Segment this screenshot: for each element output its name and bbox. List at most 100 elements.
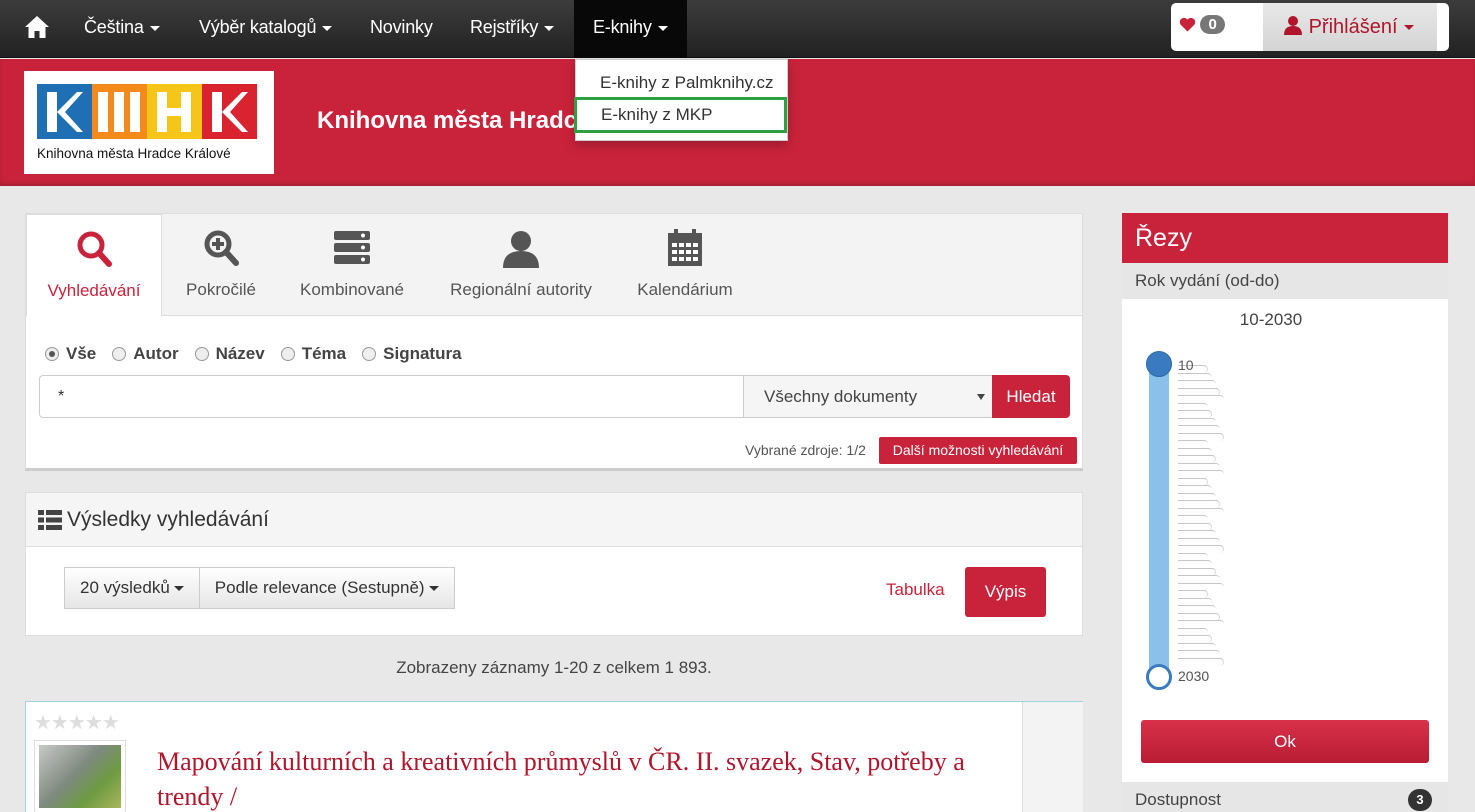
tab-regional-authorities[interactable]: Regionální autority: [440, 214, 602, 316]
slider-tick-mark: [1178, 635, 1212, 643]
user-tools: 0 Přihlášení: [1171, 3, 1449, 51]
login-button[interactable]: Přihlášení: [1263, 3, 1437, 51]
user-icon: [503, 231, 539, 268]
slider-tick-mark: [1178, 455, 1216, 463]
slider-tick-mark: [1178, 605, 1216, 613]
slider-tick-mark: [1178, 500, 1220, 508]
record-actions: [1022, 702, 1083, 812]
availability-count-badge: 3: [1408, 789, 1432, 811]
list-item: ★★★★★ Mapování kulturních a kreativních …: [25, 701, 1083, 812]
facets-sidebar: Řezy Rok vydání (od-do) 10-2030 10 2030 …: [1122, 213, 1448, 812]
slider-tick-mark: [1178, 515, 1208, 523]
logo-caption: Knihovna města Hradce Králové: [37, 146, 231, 161]
zoom-plus-icon: [204, 230, 239, 266]
radio-title[interactable]: Název: [194, 344, 265, 364]
caret-down-icon: [544, 25, 555, 31]
book-cover[interactable]: [34, 740, 126, 812]
per-page-dropdown[interactable]: 20 výsledků: [64, 567, 200, 609]
facets-title: Řezy: [1122, 213, 1448, 263]
caret-down-icon: [322, 25, 333, 31]
slider-tick-mark: [1178, 657, 1224, 666]
year-range-slider[interactable]: [1149, 360, 1169, 680]
nav-language[interactable]: Čeština: [84, 0, 160, 58]
radio-dot[interactable]: [112, 347, 127, 361]
slider-tick-mark: [1178, 545, 1224, 553]
slider-tick-mark: [1178, 530, 1216, 538]
results-panel: Výsledky vyhledávání 20 výsledků Podle r…: [25, 492, 1083, 636]
slider-min-label: 10: [1178, 357, 1194, 373]
radio-dot[interactable]: [194, 347, 209, 361]
library-logo[interactable]: Knihovna města Hradce Králové: [24, 71, 274, 174]
results-summary: Zobrazeny záznamy 1-20 z celkem 1 893.: [396, 658, 712, 677]
year-facet-header[interactable]: Rok vydání (od-do): [1122, 263, 1448, 299]
year-range-value: 10-2030: [1239, 310, 1303, 329]
results-controls: 20 výsledků Podle relevance (Sestupně): [64, 567, 455, 609]
menu-item-ebooks-palmknihy[interactable]: E-knihy z Palmknihy.cz: [576, 65, 787, 101]
sort-dropdown[interactable]: Podle relevance (Sestupně): [199, 567, 455, 609]
search-icon: [77, 231, 112, 267]
document-type-select[interactable]: Všechny dokumenty: [743, 375, 993, 418]
search-field-options: Vše Autor Název Téma Signatura: [45, 344, 478, 364]
slider-tick-mark: [1178, 590, 1208, 598]
cover-image: [39, 745, 121, 808]
slider-tick-mark: [1178, 470, 1224, 478]
site-title: Knihovna města Hradc: [317, 107, 578, 134]
slider-tick-mark: [1178, 575, 1220, 583]
view-list-button[interactable]: Výpis: [965, 567, 1046, 617]
search-panel: Vyhledávání Pokročilé Kombinované Region…: [25, 213, 1083, 471]
slider-tick-mark: [1178, 620, 1224, 628]
apply-facet-button[interactable]: Ok: [1141, 720, 1429, 763]
nav-catalog-select[interactable]: Výběr katalogů: [199, 0, 333, 58]
tab-basic-search[interactable]: Vyhledávání: [26, 214, 162, 317]
favorites-button[interactable]: 0: [1179, 15, 1225, 34]
radio-dot[interactable]: [45, 347, 59, 361]
search-tabs: Vyhledávání Pokročilé Kombinované Region…: [26, 214, 1082, 317]
home-icon[interactable]: [24, 14, 50, 40]
favorites-count-badge: 0: [1200, 15, 1225, 34]
radio-dot[interactable]: [280, 347, 295, 361]
search-input[interactable]: [39, 375, 744, 418]
slider-tick-mark: [1178, 425, 1220, 433]
ebooks-dropdown-menu: E-knihy z Palmknihy.cz E-knihy z MKP: [574, 59, 788, 141]
slider-tick-mark: [1178, 485, 1212, 493]
login-label: Přihlášení: [1308, 16, 1398, 38]
slider-max-label: 2030: [1178, 668, 1210, 684]
menu-item-ebooks-mkp[interactable]: E-knihy z MKP: [574, 97, 787, 133]
tab-calendar[interactable]: Kalendárium: [626, 214, 744, 316]
radio-call-number[interactable]: Signatura: [362, 344, 462, 364]
slider-tick-mark: [1178, 410, 1212, 418]
view-table-link[interactable]: Tabulka: [886, 580, 945, 600]
radio-author[interactable]: Autor: [112, 344, 179, 364]
caret-down-icon: [1403, 25, 1414, 31]
rating-stars[interactable]: ★★★★★: [34, 710, 120, 735]
slider-handle-max[interactable]: [1146, 664, 1172, 690]
slider-handle-min[interactable]: [1146, 351, 1172, 377]
caret-down-icon: [428, 586, 439, 592]
tab-combined-search[interactable]: Kombinované: [286, 214, 418, 316]
record-title[interactable]: Mapování kulturních a kreativních průmys…: [157, 744, 1017, 812]
radio-all[interactable]: Vše: [45, 344, 96, 364]
slider-tick-mark: [1178, 560, 1212, 568]
server-stack-icon: [334, 231, 370, 264]
heart-icon: [1179, 17, 1196, 32]
radio-dot[interactable]: [362, 347, 377, 361]
search-button[interactable]: Hledat: [992, 375, 1070, 418]
select-arrow-icon: [977, 394, 985, 400]
calendar-icon: [668, 229, 702, 266]
nav-ebooks[interactable]: E-knihy: [574, 0, 687, 58]
tab-advanced-search[interactable]: Pokročilé: [162, 214, 280, 316]
user-icon: [1284, 16, 1302, 35]
results-heading: Výsledky vyhledávání: [67, 508, 269, 531]
nav-indexes[interactable]: Rejstříky: [470, 0, 555, 58]
caret-down-icon: [149, 25, 160, 31]
slider-tick-mark: [1178, 395, 1224, 403]
caret-down-icon: [657, 25, 668, 31]
more-search-options-button[interactable]: Další možnosti vyhledávání: [879, 437, 1077, 464]
slider-tick-mark: [1178, 650, 1220, 658]
list-icon: [38, 510, 62, 530]
top-navbar: Čeština Výběr katalogů Novinky Rejstříky…: [0, 0, 1475, 58]
nav-news[interactable]: Novinky: [370, 0, 433, 58]
availability-facet-header[interactable]: Dostupnost 3: [1122, 782, 1448, 812]
selected-sources: Vybrané zdroje: 1/2: [745, 442, 866, 458]
radio-subject[interactable]: Téma: [280, 344, 346, 364]
